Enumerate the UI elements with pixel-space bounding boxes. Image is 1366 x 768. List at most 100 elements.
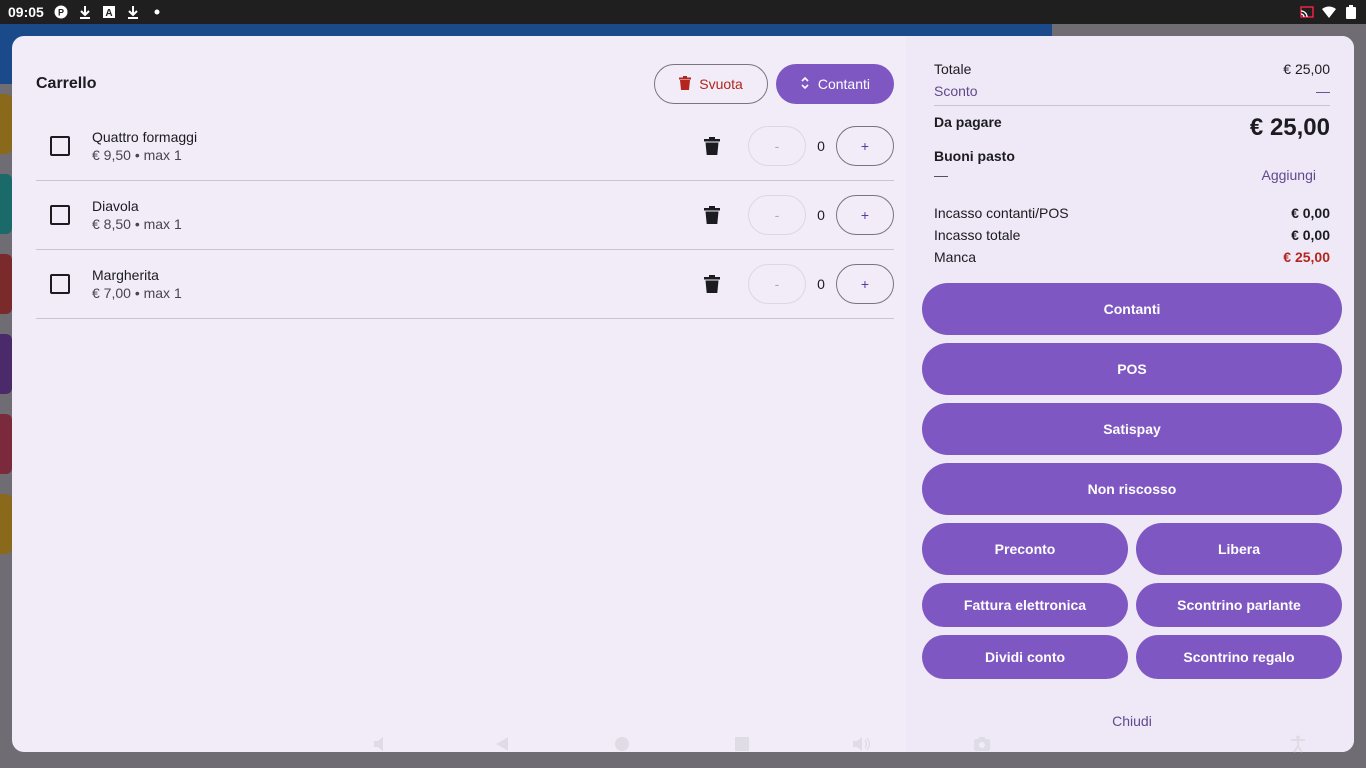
more-notifications-dot-icon (150, 5, 164, 19)
unfold-icon (800, 76, 810, 93)
decrease-qty-button[interactable]: - (748, 195, 806, 235)
cash-payment-button[interactable]: Contanti (922, 283, 1342, 335)
item-controls: - 0 + (700, 264, 894, 304)
total-income-value: € 0,00 (1291, 227, 1330, 243)
clear-cart-label: Svuota (699, 76, 743, 92)
payment-mode-label: Contanti (817, 76, 870, 92)
item-quantity: 0 (817, 138, 825, 154)
cart-header-actions: Svuota Contanti (654, 64, 894, 104)
remaining-label: Manca (934, 249, 977, 265)
named-receipt-button[interactable]: Scontrino parlante (1136, 583, 1342, 627)
item-name: Diavola (92, 198, 139, 214)
item-text: Diavola € 8,50 • max 1 (92, 198, 182, 232)
free-table-button[interactable]: Libera (1136, 523, 1342, 575)
system-icons (1300, 5, 1358, 19)
discount-value: — (1316, 83, 1330, 99)
svg-text:A: A (105, 8, 112, 18)
wifi-icon (1322, 5, 1336, 19)
delete-item-icon[interactable] (700, 134, 724, 158)
total-value: € 25,00 (1283, 61, 1330, 77)
volume-up-icon[interactable] (852, 734, 872, 754)
background-tile (0, 94, 12, 154)
recents-icon[interactable] (732, 734, 752, 754)
status-bar: 09:05 P A (0, 0, 1366, 24)
trash-icon (679, 75, 692, 93)
battery-icon (1344, 5, 1358, 19)
not-collected-button[interactable]: Non riscosso (922, 463, 1342, 515)
item-name: Margherita (92, 267, 159, 283)
cast-icon (1300, 5, 1314, 19)
item-controls: - 0 + (700, 126, 894, 166)
item-checkbox[interactable] (50, 205, 70, 225)
status-time: 09:05 (8, 4, 44, 20)
item-text: Quattro formaggi € 9,50 • max 1 (92, 129, 197, 163)
item-checkbox[interactable] (50, 136, 70, 156)
cart-item: Margherita € 7,00 • max 1 - 0 + (36, 250, 894, 319)
cart-item: Quattro formaggi € 9,50 • max 1 - 0 + (36, 112, 894, 181)
notification-icons: P A (54, 5, 164, 19)
close-button[interactable]: Chiudi (922, 706, 1342, 736)
background-tile (0, 254, 12, 314)
background-tile (0, 334, 12, 394)
item-price-info: € 8,50 • max 1 (92, 216, 182, 232)
cart-panel: Carrello Svuota Contanti Quattro formagg… (12, 36, 906, 752)
remaining-row: Manca € 25,00 (934, 246, 1330, 268)
cart-items-list: Quattro formaggi € 9,50 • max 1 - 0 + Di… (36, 112, 894, 319)
item-price-info: € 7,00 • max 1 (92, 285, 182, 301)
payment-summary: Totale € 25,00 Sconto — Da pagare € 25,0… (934, 58, 1330, 268)
item-text: Margherita € 7,00 • max 1 (92, 267, 182, 301)
increase-qty-button[interactable]: + (836, 195, 894, 235)
payment-panel: Totale € 25,00 Sconto — Da pagare € 25,0… (906, 36, 1354, 752)
item-quantity: 0 (817, 207, 825, 223)
amount-due-row: Da pagare € 25,00 (934, 112, 1330, 146)
clear-cart-button[interactable]: Svuota (654, 64, 768, 104)
volume-down-icon[interactable] (372, 734, 392, 754)
download-icon (78, 5, 92, 19)
total-label: Totale (934, 61, 972, 77)
item-checkbox[interactable] (50, 274, 70, 294)
cash-pos-income-label: Incasso contanti/POS (934, 205, 1069, 221)
meal-vouchers-label: Buoni pasto (934, 148, 1015, 164)
cart-item: Diavola € 8,50 • max 1 - 0 + (36, 181, 894, 250)
payment-mode-button[interactable]: Contanti (775, 64, 894, 104)
delete-item-icon[interactable] (700, 272, 724, 296)
delete-item-icon[interactable] (700, 203, 724, 227)
screenshot-icon[interactable] (972, 734, 992, 754)
cash-pos-income-row: Incasso contanti/POS € 0,00 (934, 202, 1330, 224)
pos-payment-button[interactable]: POS (922, 343, 1342, 395)
cart-header: Carrello Svuota Contanti (36, 64, 894, 104)
preconto-button[interactable]: Preconto (922, 523, 1128, 575)
meal-vouchers-value: — (934, 167, 948, 183)
svg-text:P: P (58, 8, 64, 18)
amount-due-value: € 25,00 (1249, 114, 1330, 141)
checkout-dialog: Carrello Svuota Contanti Quattro formagg… (12, 36, 1354, 752)
total-income-label: Incasso totale (934, 227, 1021, 243)
cash-pos-income-value: € 0,00 (1291, 205, 1330, 221)
total-row: Totale € 25,00 (934, 58, 1330, 80)
item-quantity: 0 (817, 276, 825, 292)
remaining-value: € 25,00 (1283, 249, 1330, 265)
increase-qty-button[interactable]: + (836, 264, 894, 304)
add-voucher-button[interactable]: Aggiungi (1262, 167, 1317, 183)
accessibility-icon[interactable] (1288, 734, 1308, 754)
satispay-payment-button[interactable]: Satispay (922, 403, 1342, 455)
item-controls: - 0 + (700, 195, 894, 235)
amount-due-label: Da pagare (934, 114, 1002, 130)
decrease-qty-button[interactable]: - (748, 126, 806, 166)
split-bill-button[interactable]: Dividi conto (922, 635, 1128, 679)
home-icon[interactable] (612, 734, 632, 754)
meal-vouchers-row: — Aggiungi (934, 164, 1330, 186)
back-icon[interactable] (492, 734, 512, 754)
gift-receipt-button[interactable]: Scontrino regalo (1136, 635, 1342, 679)
e-invoice-button[interactable]: Fattura elettronica (922, 583, 1128, 627)
discount-row[interactable]: Sconto — (934, 80, 1330, 102)
divider (934, 105, 1330, 106)
item-name: Quattro formaggi (92, 129, 198, 145)
total-income-row: Incasso totale € 0,00 (934, 224, 1330, 246)
discount-label: Sconto (934, 83, 978, 99)
app-notification-icon: P (54, 5, 68, 19)
decrease-qty-button[interactable]: - (748, 264, 806, 304)
background-tile (0, 494, 12, 554)
background-tile (0, 414, 12, 474)
increase-qty-button[interactable]: + (836, 126, 894, 166)
